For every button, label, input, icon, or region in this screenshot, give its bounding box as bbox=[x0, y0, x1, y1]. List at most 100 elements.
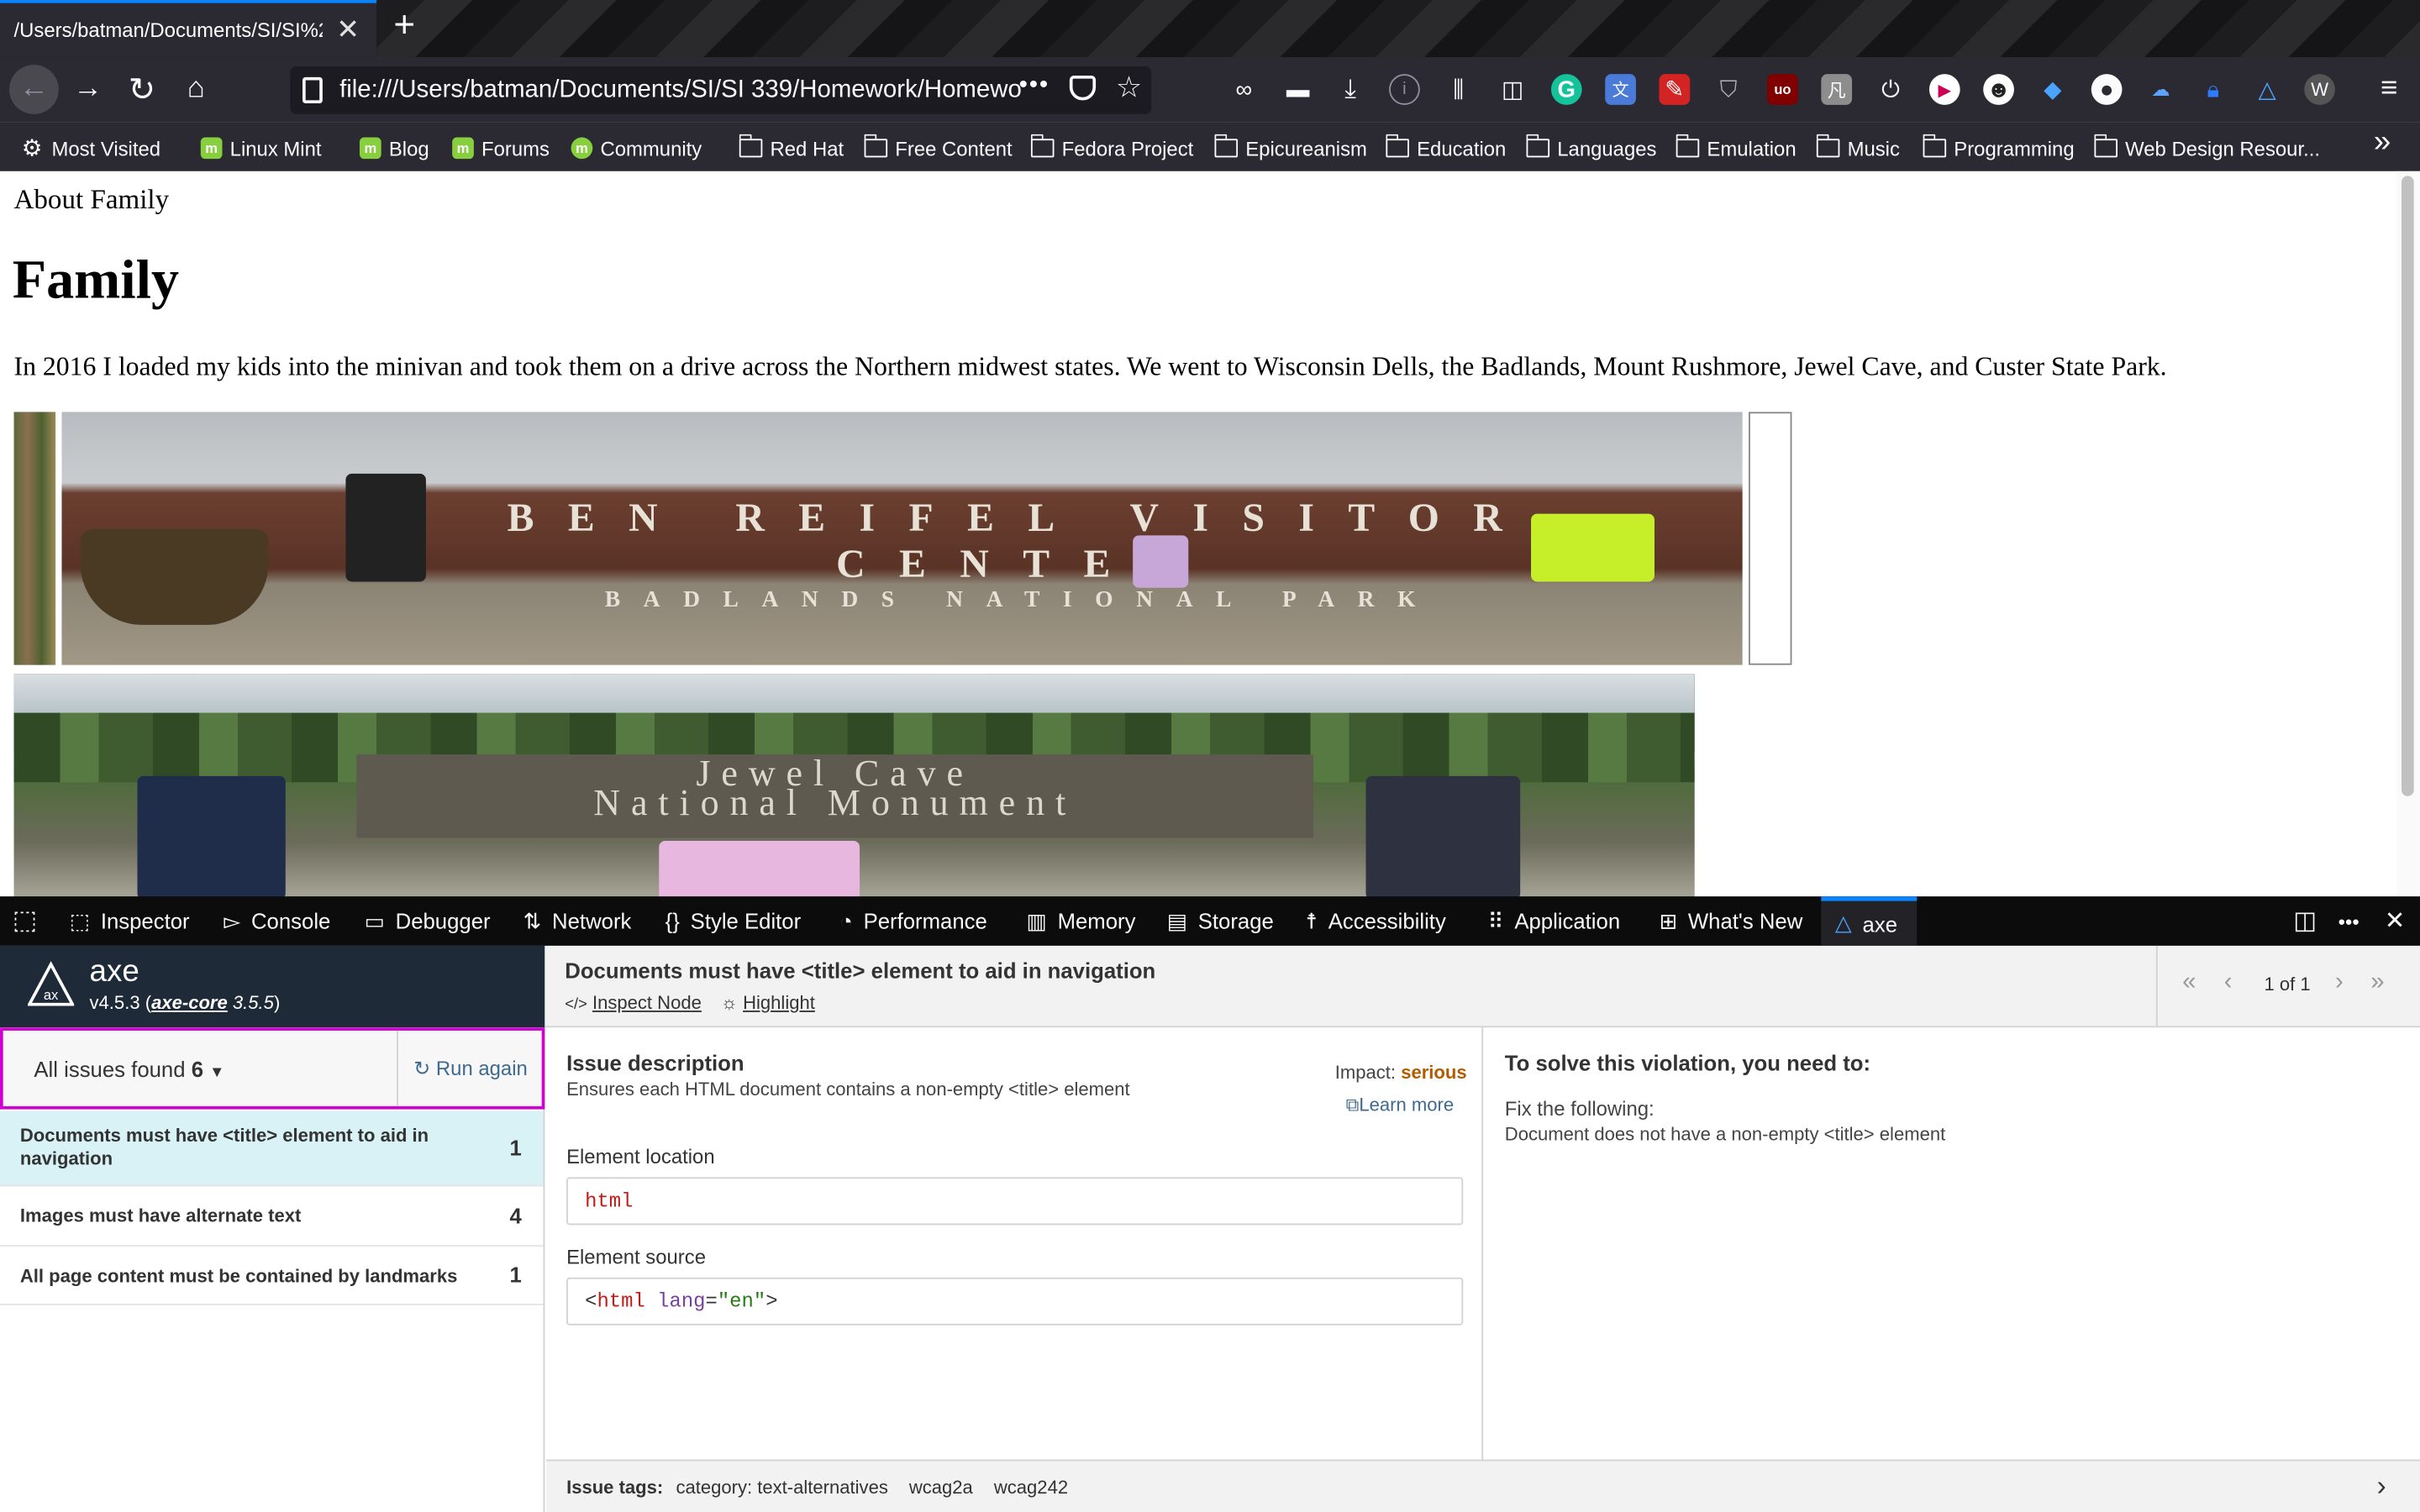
bookmark-folder-languages[interactable]: Languages bbox=[1525, 134, 1656, 162]
bookmark-folder-web-design[interactable]: Web Design Resour... bbox=[2093, 134, 2320, 162]
bookmark-most-visited[interactable]: ⚙ Most Visited bbox=[22, 134, 160, 162]
jewel-cave-photo: Jewel Cave National Monument bbox=[13, 674, 1695, 898]
accessibility-icon: ☨ bbox=[1305, 907, 1318, 933]
issue-tag: category: text-alternatives bbox=[676, 1476, 888, 1499]
privacy-shield-icon[interactable]: ⛉ bbox=[1713, 74, 1744, 105]
folder-icon bbox=[1525, 134, 1550, 158]
face-extension-icon[interactable]: ☻ bbox=[1983, 74, 2014, 105]
grammarly-icon[interactable]: G bbox=[1550, 74, 1582, 105]
tab-inspector[interactable]: ⬚ Inspector bbox=[70, 896, 190, 946]
tab-accessibility[interactable]: ☨ Accessibility bbox=[1306, 896, 1446, 946]
bookmark-folder-fedora-project[interactable]: Fedora Project bbox=[1030, 134, 1193, 162]
pen-extension-icon[interactable]: ✎ bbox=[1659, 74, 1691, 105]
bookmark-community[interactable]: m Community bbox=[571, 134, 702, 162]
power-icon[interactable]: ⏻ bbox=[1876, 74, 1907, 105]
bookmark-folder-emulation[interactable]: Emulation bbox=[1675, 134, 1797, 162]
learn-more-link[interactable]: ⧉Learn more bbox=[1346, 1094, 1454, 1117]
reader-extension-icon[interactable]: 凡 bbox=[1821, 74, 1853, 105]
bookmark-blog[interactable]: m Blog bbox=[359, 134, 429, 162]
home-button[interactable]: ⌂ bbox=[171, 65, 221, 114]
solution-heading: To solve this violation, you need to: bbox=[1504, 1050, 1871, 1076]
page-scrollbar-thumb[interactable] bbox=[2401, 176, 2414, 796]
external-link-icon: ⧉ bbox=[1345, 1094, 1360, 1116]
translate-icon[interactable]: 文 bbox=[1605, 74, 1636, 105]
private-mask-icon[interactable]: ∞ bbox=[1228, 74, 1260, 105]
dock-side-icon[interactable]: ◫ bbox=[2293, 896, 2317, 946]
issues-filter-dropdown[interactable]: All issues found 6 ▼ bbox=[34, 1057, 224, 1081]
element-location-box[interactable]: html bbox=[566, 1177, 1464, 1226]
forward-button[interactable]: → bbox=[63, 65, 113, 114]
bookmark-linux-mint[interactable]: m Linux Mint bbox=[200, 134, 321, 162]
sidebar-icon[interactable]: ◫ bbox=[1497, 74, 1528, 105]
bookmark-folder-epicureanism[interactable]: Epicureanism bbox=[1213, 134, 1367, 162]
next-page-icon[interactable]: › bbox=[2335, 969, 2344, 996]
library-icon[interactable]: ⫼ bbox=[1443, 74, 1474, 105]
new-tab-button[interactable]: + bbox=[389, 5, 420, 48]
run-again-button[interactable]: ↻ Run again bbox=[413, 1057, 528, 1081]
account-icon[interactable]: ● bbox=[2091, 74, 2123, 105]
broken-image bbox=[1749, 412, 1792, 665]
mint-icon: m bbox=[359, 137, 381, 160]
issue-row[interactable]: All page content must be contained by la… bbox=[0, 1247, 544, 1305]
lock-extension-icon[interactable]: 🔒︎ bbox=[2198, 74, 2229, 105]
tab-debugger[interactable]: ▭ Debugger bbox=[364, 896, 490, 946]
tab-application[interactable]: ⠿ Application bbox=[1488, 896, 1621, 946]
axe-extension-icon[interactable]: △ bbox=[2252, 74, 2283, 105]
bookmark-folder-programming[interactable]: Programming bbox=[1922, 134, 2075, 162]
highlight-link[interactable]: ☼ Highlight bbox=[721, 992, 815, 1014]
element-source-box[interactable]: < html lang = "en" > bbox=[566, 1277, 1464, 1326]
folder-icon bbox=[2093, 134, 2118, 158]
reload-button[interactable]: ↻ bbox=[118, 65, 167, 114]
tab-style-editor[interactable]: {} Style Editor bbox=[666, 896, 802, 946]
downloads-icon[interactable]: ⤓ bbox=[1335, 74, 1366, 105]
url-bar[interactable]: file:///Users/batman/Documents/SI/SI 339… bbox=[290, 66, 1152, 114]
browser-tab[interactable]: /Users/batman/Documents/SI/SI%20 ✕ bbox=[0, 0, 377, 57]
expand-tags-icon[interactable]: › bbox=[2377, 1470, 2386, 1503]
hamburger-menu-icon[interactable]: ≡ bbox=[2374, 72, 2405, 105]
navigation-toolbar: ← → ↻ ⌂ file:///Users/batman/Documents/S… bbox=[0, 56, 2420, 123]
element-source-heading: Element source bbox=[566, 1245, 706, 1268]
info-extension-icon[interactable]: i bbox=[1389, 74, 1420, 105]
page-actions-more-icon[interactable]: ••• bbox=[1019, 72, 1050, 100]
diamond-extension-icon[interactable]: ◆ bbox=[2037, 74, 2068, 105]
bookmark-folder-free-content[interactable]: Free Content bbox=[863, 134, 1013, 162]
tab-memory[interactable]: ▥ Memory bbox=[1026, 896, 1135, 946]
bookmark-forums[interactable]: m Forums bbox=[452, 134, 550, 162]
person-figure bbox=[1365, 775, 1521, 898]
previous-page-icon[interactable]: ‹ bbox=[2224, 969, 2233, 996]
folder-icon bbox=[863, 134, 888, 158]
inspect-node-link[interactable]: </> Inspect Node bbox=[565, 992, 702, 1014]
devtools-close-icon[interactable]: ✕ bbox=[2385, 896, 2406, 946]
bookmark-folder-education[interactable]: Education bbox=[1385, 134, 1506, 162]
issue-row[interactable]: Images must have alternate text 4 bbox=[0, 1186, 544, 1247]
tab-title: /Users/batman/Documents/SI/SI%20 bbox=[13, 18, 323, 42]
thumbnail-photo bbox=[13, 412, 56, 665]
bookmarks-overflow-icon[interactable]: » bbox=[2374, 124, 2391, 158]
container-icon[interactable]: ▬ bbox=[1282, 74, 1313, 105]
last-page-icon[interactable]: » bbox=[2370, 969, 2384, 996]
tab-bar-background bbox=[376, 0, 2420, 57]
back-button[interactable]: ← bbox=[9, 65, 59, 114]
ublock-origin-icon[interactable]: uo bbox=[1767, 74, 1798, 105]
bookmark-folder-red-hat[interactable]: Red Hat bbox=[738, 134, 844, 162]
wappalyzer-icon[interactable]: W bbox=[2304, 74, 2335, 105]
tab-whats-new[interactable]: ⊞ What's New bbox=[1659, 896, 1802, 946]
tab-axe[interactable]: △ axe bbox=[1821, 896, 1918, 946]
cloud-extension-icon[interactable]: ☁ bbox=[2145, 74, 2176, 105]
tab-close-icon[interactable]: ✕ bbox=[336, 14, 360, 47]
play-extension-icon[interactable]: ▶ bbox=[1928, 74, 1960, 105]
tab-performance[interactable]: ◔ Performance bbox=[839, 896, 987, 946]
tab-console[interactable]: ▻ Console bbox=[224, 896, 330, 946]
element-picker-icon[interactable]: ⬚ bbox=[13, 896, 38, 946]
issue-row-selected[interactable]: Documents must have <title> element to a… bbox=[0, 1110, 544, 1187]
tab-network[interactable]: ⇅ Network bbox=[523, 896, 632, 946]
folder-icon bbox=[1922, 134, 1947, 158]
tab-storage[interactable]: ▤ Storage bbox=[1167, 896, 1274, 946]
bookmark-star-icon[interactable]: ☆ bbox=[1116, 71, 1142, 106]
devtools-more-icon[interactable]: ••• bbox=[2338, 896, 2360, 946]
first-page-icon[interactable]: « bbox=[2182, 969, 2196, 996]
solution-panel: To solve this violation, you need to: Fi… bbox=[1484, 1027, 2420, 1460]
pocket-icon[interactable] bbox=[1069, 75, 1097, 101]
page-paragraph: In 2016 I loaded my kids into the miniva… bbox=[13, 351, 2167, 381]
bookmark-folder-music[interactable]: Music bbox=[1815, 134, 1900, 162]
